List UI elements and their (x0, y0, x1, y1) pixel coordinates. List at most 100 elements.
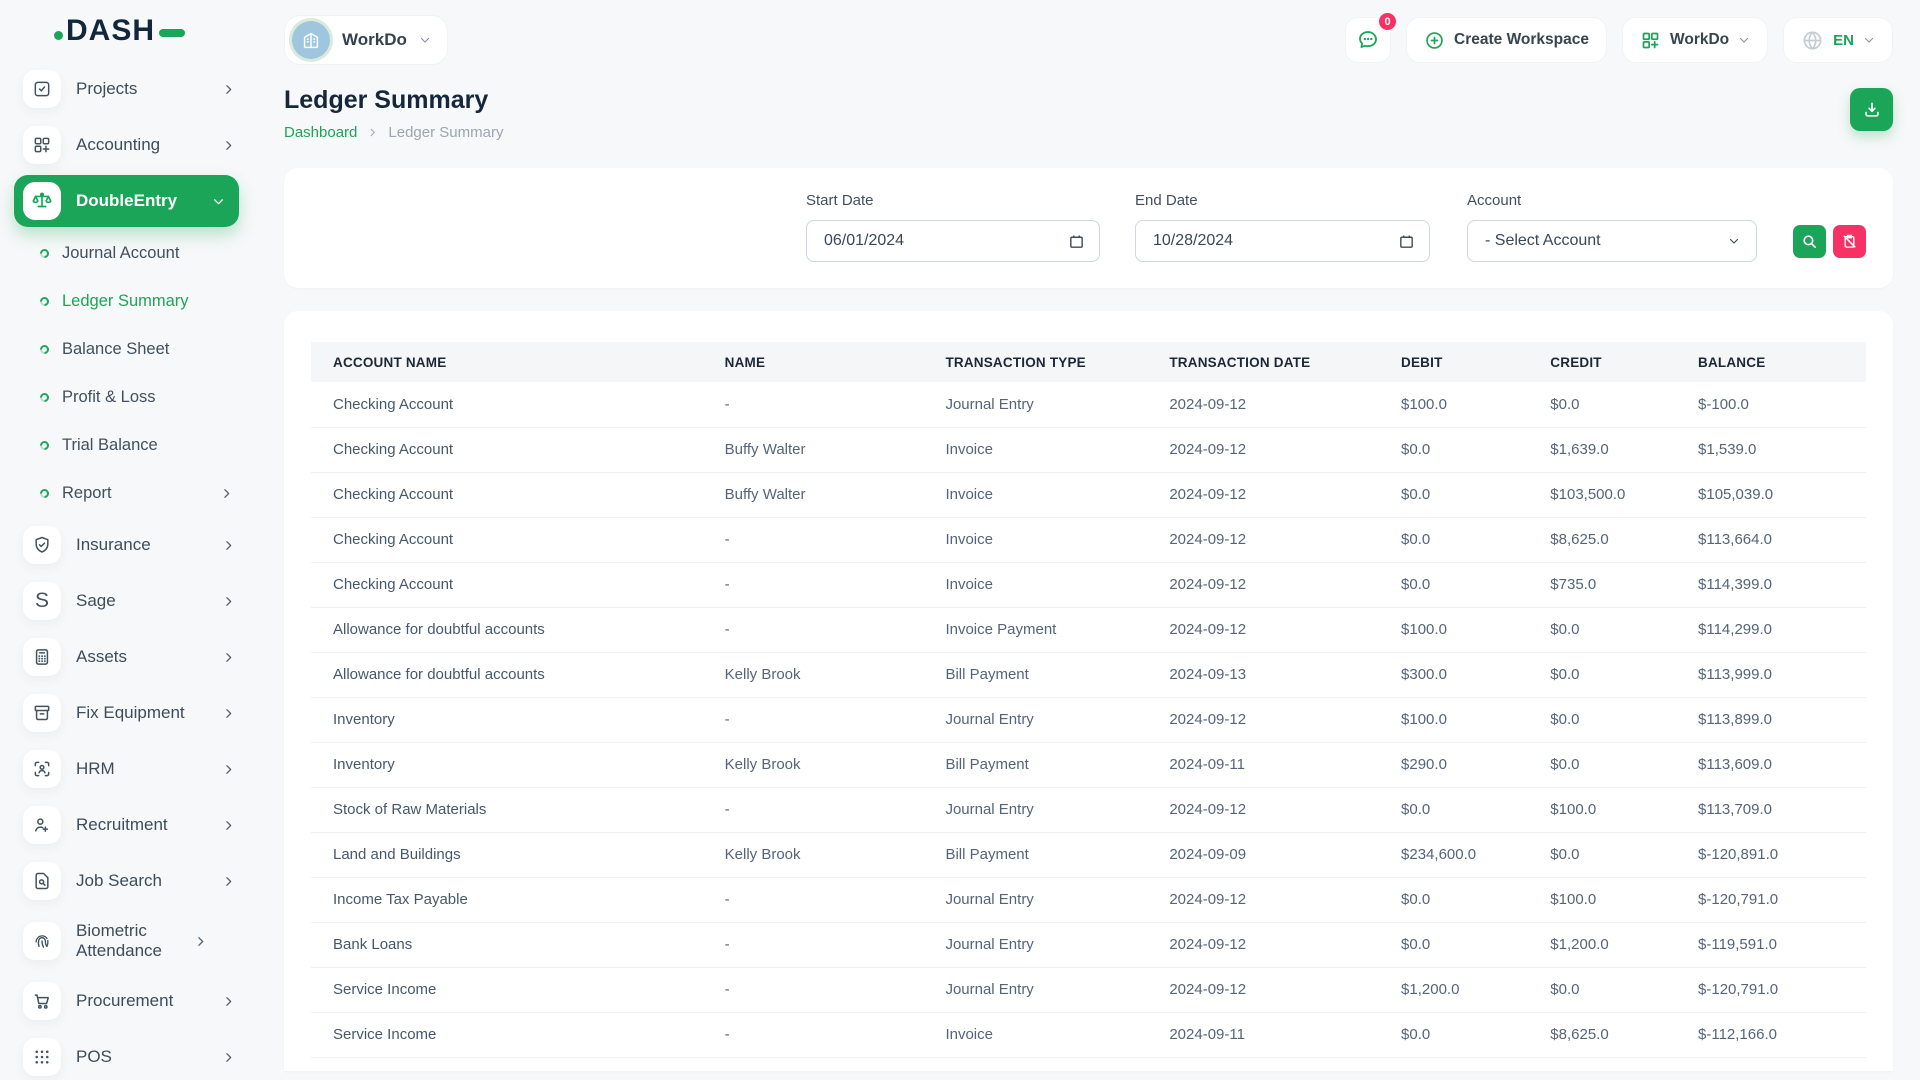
chevron-right-icon (222, 707, 235, 720)
start-date-label: Start Date (806, 192, 874, 209)
cell-debit: $100.0 (1401, 697, 1550, 742)
chevron-right-icon (222, 995, 235, 1008)
messages-button[interactable]: 0 (1345, 17, 1391, 63)
chevron-right-icon (220, 487, 233, 500)
bullet-icon (38, 295, 51, 308)
chevron-down-icon (1863, 34, 1875, 46)
cell-balance: $113,999.0 (1698, 652, 1866, 697)
download-button[interactable] (1850, 88, 1893, 131)
sidebar-item-insurance[interactable]: Insurance (0, 517, 255, 573)
sidebar-item-label: Recruitment (76, 815, 222, 835)
cell-transaction-type: Journal Entry (945, 697, 1169, 742)
sidebar-subitem-ledger-summary[interactable]: Ledger Summary (0, 277, 255, 325)
calendar-icon[interactable] (1398, 233, 1415, 250)
workdo-menu-button[interactable]: WorkDo (1622, 17, 1768, 63)
table-row: Inventory - Journal Entry 2024-09-12 $10… (311, 697, 1866, 742)
table-row: Stock of Raw Materials - Journal Entry 2… (311, 787, 1866, 832)
cell-transaction-date: 2024-09-12 (1169, 787, 1401, 832)
search-button[interactable] (1793, 225, 1826, 258)
sidebar-item-hrm[interactable]: HRM (0, 741, 255, 797)
account-select-value: - Select Account (1485, 232, 1601, 250)
plus-circle-icon (1424, 30, 1445, 51)
create-workspace-button[interactable]: Create Workspace (1406, 17, 1607, 63)
calendar-icon[interactable] (1068, 233, 1085, 250)
cell-transaction-date: 2024-09-12 (1169, 517, 1401, 562)
download-icon (1862, 100, 1882, 120)
sidebar-item-fix-equipment[interactable]: Fix Equipment (0, 685, 255, 741)
cell-name: - (725, 922, 946, 967)
end-date-input[interactable] (1153, 232, 1303, 250)
bullet-icon (38, 391, 51, 404)
search-icon (1801, 233, 1818, 250)
cell-balance: $114,299.0 (1698, 607, 1866, 652)
cell-credit: $0.0 (1550, 607, 1698, 652)
bullet-icon (38, 247, 51, 260)
cell-transaction-type: Invoice (945, 427, 1169, 472)
chevron-right-icon (222, 875, 235, 888)
brand-logo[interactable]: DASH (0, 0, 255, 61)
account-select[interactable]: - Select Account (1467, 220, 1757, 262)
end-date-field[interactable] (1135, 220, 1430, 262)
sidebar-item-biometric-attendance[interactable]: Biometric Attendance (0, 909, 255, 973)
person-add-icon (23, 806, 61, 844)
cell-debit: $0.0 (1401, 922, 1550, 967)
checkbox-icon (23, 70, 61, 108)
sidebar-item-doubleentry[interactable]: DoubleEntry (0, 173, 255, 229)
table-row: Checking Account Buffy Walter Invoice 20… (311, 427, 1866, 472)
document-search-icon (23, 862, 61, 900)
end-date-label: End Date (1135, 192, 1198, 209)
chevron-right-icon (367, 127, 378, 138)
workspace-name: WorkDo (342, 30, 407, 50)
cell-transaction-type: Journal Entry (945, 877, 1169, 922)
column-header: ACCOUNT NAME (311, 342, 725, 382)
table-row: Inventory Kelly Brook Bill Payment 2024-… (311, 742, 1866, 787)
main-area: WorkDo 0 Create Workspace WorkDo (255, 0, 1920, 1080)
sidebar-subitem-label: Trial Balance (62, 436, 255, 455)
cell-debit: $0.0 (1401, 562, 1550, 607)
cell-balance: $113,899.0 (1698, 697, 1866, 742)
cell-transaction-date: 2024-09-12 (1169, 607, 1401, 652)
cell-credit: $8,625.0 (1550, 1012, 1698, 1057)
sidebar-item-label: Job Search (76, 871, 222, 891)
sidebar-item-pos[interactable]: POS (0, 1029, 255, 1080)
sidebar-item-recruitment[interactable]: Recruitment (0, 797, 255, 853)
reset-button[interactable] (1833, 225, 1866, 258)
workspace-selector[interactable]: WorkDo (284, 15, 448, 65)
cell-credit: $100.0 (1550, 877, 1698, 922)
workdo-menu-label: WorkDo (1670, 31, 1729, 49)
sidebar-item-job-search[interactable]: Job Search (0, 853, 255, 909)
sidebar-item-assets[interactable]: Assets (0, 629, 255, 685)
sidebar-subitem-profit-loss[interactable]: Profit & Loss (0, 373, 255, 421)
sidebar-item-projects[interactable]: Projects (0, 61, 255, 117)
sidebar-item-sage[interactable]: S Sage (0, 573, 255, 629)
sidebar-subitem-balance-sheet[interactable]: Balance Sheet (0, 325, 255, 373)
sidebar-item-procurement[interactable]: Procurement (0, 973, 255, 1029)
sidebar-subitem-label: Report (62, 484, 220, 503)
cell-transaction-date: 2024-09-12 (1169, 697, 1401, 742)
breadcrumb-dashboard-link[interactable]: Dashboard (284, 124, 357, 141)
cell-name: - (725, 1012, 946, 1057)
sidebar-subitem-journal-account[interactable]: Journal Account (0, 229, 255, 277)
language-selector[interactable]: EN (1783, 17, 1893, 63)
table-row: Checking Account - Invoice 2024-09-12 $0… (311, 517, 1866, 562)
start-date-input[interactable] (824, 232, 974, 250)
ledger-table-card: ACCOUNT NAME NAME TRANSACTION TYPE TRANS… (284, 311, 1893, 1071)
cell-name: Buffy Walter (725, 472, 946, 517)
chevron-right-icon (222, 1051, 235, 1064)
cell-debit: $100.0 (1401, 382, 1550, 427)
sidebar-subitem-report[interactable]: Report (0, 469, 255, 517)
page-header: Ledger Summary Dashboard Ledger Summary (284, 86, 1893, 141)
start-date-field[interactable] (806, 220, 1100, 262)
breadcrumb-current: Ledger Summary (388, 124, 503, 141)
cell-account-name: Checking Account (311, 472, 725, 517)
table-row: Checking Account - Journal Entry 2024-09… (311, 382, 1866, 427)
topbar-actions: 0 Create Workspace WorkDo EN (1345, 17, 1893, 63)
sidebar-subitem-trial-balance[interactable]: Trial Balance (0, 421, 255, 469)
table-row: Service Income - Journal Entry 2024-09-1… (311, 967, 1866, 1012)
sidebar-item-accounting[interactable]: Accounting (0, 117, 255, 173)
cell-account-name: Checking Account (311, 427, 725, 472)
sidebar-subitem-label: Profit & Loss (62, 388, 255, 407)
table-row: Service Income - Invoice 2024-09-11 $0.0… (311, 1012, 1866, 1057)
cell-credit: $1,639.0 (1550, 427, 1698, 472)
cell-transaction-type: Invoice (945, 562, 1169, 607)
